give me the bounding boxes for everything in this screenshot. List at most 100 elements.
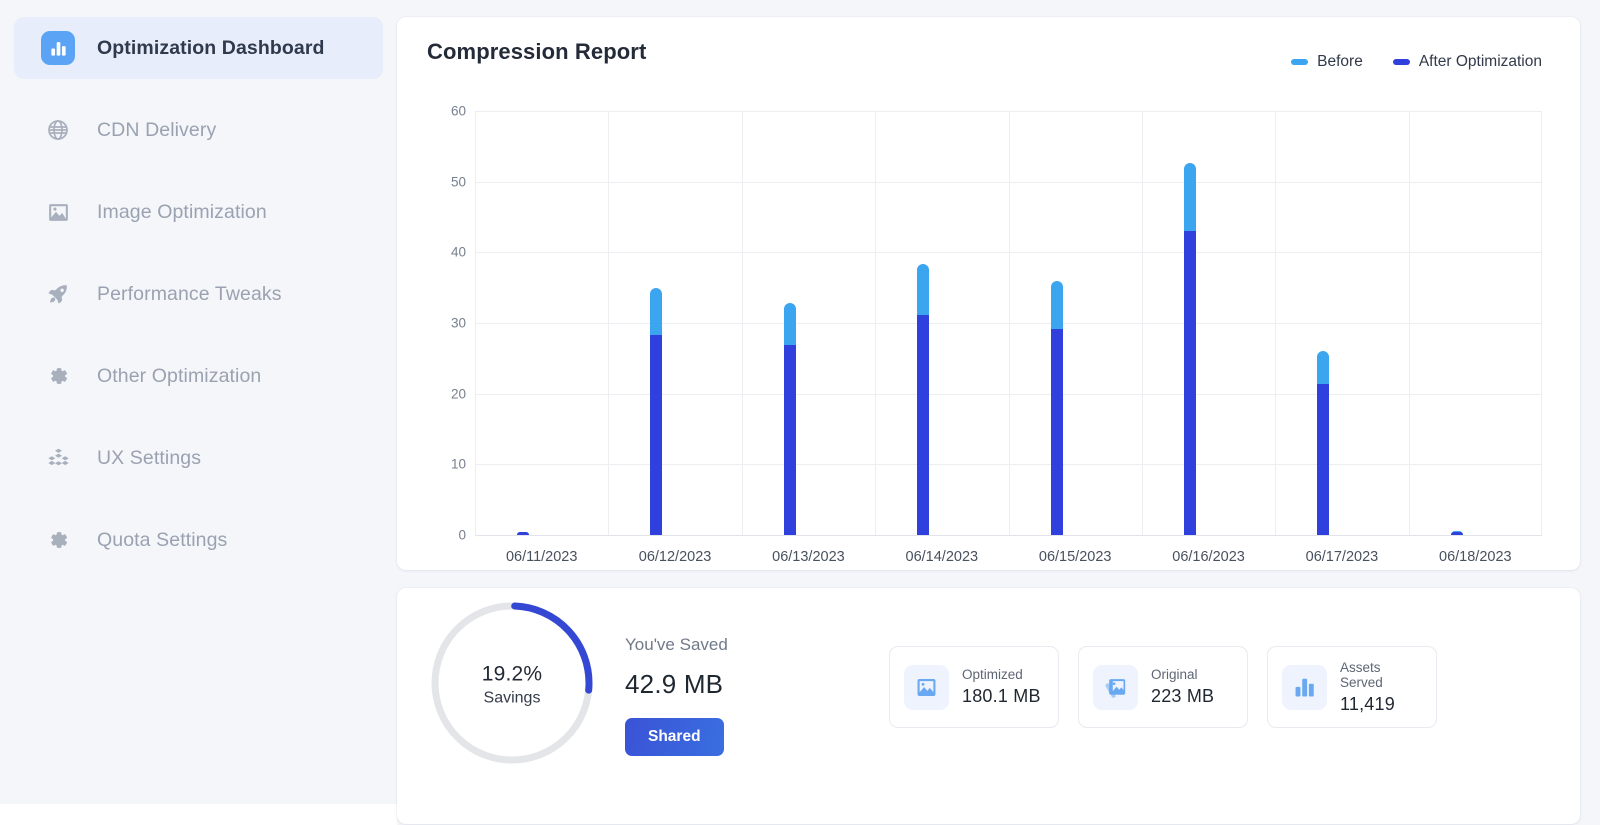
chart-gridline-vertical xyxy=(608,111,610,535)
stat-cards: Optimized 180.1 MB Original 223 MB Asset… xyxy=(889,646,1437,728)
chart-bar-segment-after xyxy=(650,335,663,535)
sidebar-item-label: CDN Delivery xyxy=(97,118,217,141)
saved-block: You've Saved 42.9 MB Shared xyxy=(625,635,728,756)
gear-icon xyxy=(40,358,76,394)
images-stack-icon xyxy=(1093,664,1138,710)
chart-bar[interactable] xyxy=(1183,162,1196,535)
stat-card-optimized[interactable]: Optimized 180.1 MB xyxy=(889,646,1059,728)
chart-bar-segment-after xyxy=(1050,328,1063,535)
sidebar-item-label: UX Settings xyxy=(97,446,202,469)
y-axis-tick-label: 60 xyxy=(450,103,466,119)
chart-gridline-vertical xyxy=(1275,111,1277,535)
chart-legend: Before After Optimization xyxy=(1291,53,1542,71)
stat-key: Original xyxy=(1151,667,1198,682)
y-axis-tick-label: 10 xyxy=(450,456,466,472)
chart-plot-area: 0 10 20 30 40 50 60 06/11/2023 06/12/2023 06/13/2… xyxy=(427,85,1550,565)
chart-bar[interactable] xyxy=(1050,280,1063,535)
x-axis-tick-label: 06/17/2023 xyxy=(1305,549,1379,565)
stat-key: Optimized xyxy=(962,667,1023,682)
chart-gridline-vertical xyxy=(875,111,877,535)
stat-text: Assets Served 11,419 xyxy=(1340,660,1422,715)
shared-button[interactable]: Shared xyxy=(625,718,724,756)
rocket-icon xyxy=(40,276,76,312)
sidebar-item-quota-settings[interactable]: Quota Settings xyxy=(14,509,383,571)
chart-bar[interactable] xyxy=(1317,350,1330,535)
compression-report-card: Compression Report Before After Optimiza… xyxy=(397,17,1580,570)
savings-caption: Savings xyxy=(483,689,541,707)
y-axis-tick-label: 40 xyxy=(450,244,466,260)
stat-value: 180.1 MB xyxy=(962,686,1041,706)
x-axis-tick-label: 06/15/2023 xyxy=(1038,549,1112,565)
x-axis-tick-label: 06/14/2023 xyxy=(905,549,979,565)
chart-gridline-vertical xyxy=(1008,111,1010,535)
chart-bar-segment-after xyxy=(1183,231,1196,535)
y-axis-tick-label: 20 xyxy=(450,386,466,402)
x-axis-tick-label: 06/11/2023 xyxy=(505,549,578,565)
chart-bar[interactable] xyxy=(1450,531,1463,535)
legend-swatch xyxy=(1392,59,1410,65)
chart-bar-segment-after xyxy=(1317,384,1330,535)
saved-title: You've Saved xyxy=(625,635,728,654)
chart-bar[interactable] xyxy=(650,287,663,535)
app-root: Optimization Dashboard CDN Delivery Imag… xyxy=(0,0,1600,825)
legend-label: Before xyxy=(1317,53,1363,70)
chart-bar[interactable] xyxy=(517,532,529,535)
chart-gridline-vertical xyxy=(1541,111,1542,535)
donut-center-label: 19.2% Savings xyxy=(427,662,597,707)
savings-summary-card: 19.2% Savings You've Saved 42.9 MB Share… xyxy=(397,588,1580,824)
image-icon xyxy=(904,664,949,710)
sidebar-item-label: Other Optimization xyxy=(97,364,262,387)
image-icon xyxy=(40,194,76,230)
stat-text: Optimized 180.1 MB xyxy=(962,667,1041,707)
stat-text: Original 223 MB xyxy=(1151,667,1214,707)
y-axis-tick-label: 30 xyxy=(450,315,466,331)
x-axis-tick-label: 06/12/2023 xyxy=(638,549,712,565)
x-axis-tick-label: 06/16/2023 xyxy=(1172,549,1245,565)
y-axis-tick-label: 0 xyxy=(458,527,466,543)
sidebar: Optimization Dashboard CDN Delivery Imag… xyxy=(0,0,397,804)
sidebar-item-cdn-delivery[interactable]: CDN Delivery xyxy=(14,99,383,161)
chart-gridline-vertical xyxy=(741,111,743,535)
sidebar-item-performance-tweaks[interactable]: Performance Tweaks xyxy=(14,263,383,325)
chart-gridline-vertical xyxy=(475,111,476,535)
cubes-icon xyxy=(40,440,76,476)
chart-bar-segment-after xyxy=(517,532,529,535)
chart-bar-segment-after xyxy=(783,344,796,535)
legend-swatch xyxy=(1291,59,1309,65)
chart-bar[interactable] xyxy=(783,303,796,535)
saved-value: 42.9 MB xyxy=(625,669,724,699)
globe-icon xyxy=(40,112,76,148)
sidebar-item-label: Optimization Dashboard xyxy=(97,36,325,59)
chart-bar-segment-after xyxy=(917,314,930,535)
sidebar-item-other-optimization[interactable]: Other Optimization xyxy=(14,345,383,407)
x-axis-tick-label: 06/18/2023 xyxy=(1439,549,1512,565)
sidebar-item-label: Image Optimization xyxy=(97,200,267,223)
sidebar-item-label: Performance Tweaks xyxy=(97,282,282,305)
x-axis-tick-label: 06/13/2023 xyxy=(772,549,845,565)
sidebar-item-label: Quota Settings xyxy=(97,528,228,551)
legend-label: After Optimization xyxy=(1418,53,1542,70)
sidebar-item-image-optimization[interactable]: Image Optimization xyxy=(14,181,383,243)
savings-donut-chart: 19.2% Savings xyxy=(427,598,597,768)
chart-bar-segment-after xyxy=(1450,532,1463,535)
main-content: Compression Report Before After Optimiza… xyxy=(397,0,1600,825)
stat-key: Assets Served xyxy=(1340,659,1383,690)
chart-gridline-vertical xyxy=(1408,111,1410,535)
chart-bar[interactable] xyxy=(917,264,930,535)
chart-gridline-vertical xyxy=(1141,111,1143,535)
bar-chart-icon xyxy=(1282,664,1327,710)
stat-value: 223 MB xyxy=(1151,686,1215,706)
stat-card-assets-served[interactable]: Assets Served 11,419 xyxy=(1267,646,1437,728)
savings-percent: 19.2% xyxy=(481,662,543,686)
stat-card-original[interactable]: Original 223 MB xyxy=(1078,646,1248,728)
y-axis-tick-label: 50 xyxy=(450,174,466,190)
chart-gridline xyxy=(475,535,1542,536)
legend-item-after-optimization[interactable]: After Optimization xyxy=(1392,53,1542,71)
chart-plot-inner: 0 10 20 30 40 50 60 06/11/2023 06/12/2023 06/13/2… xyxy=(451,104,1542,565)
sidebar-item-optimization-dashboard[interactable]: Optimization Dashboard xyxy=(14,17,383,79)
stat-value: 11,419 xyxy=(1340,693,1395,714)
gear-icon xyxy=(40,522,76,558)
bar-chart-icon xyxy=(40,30,76,66)
legend-item-before[interactable]: Before xyxy=(1291,53,1363,71)
sidebar-item-ux-settings[interactable]: UX Settings xyxy=(14,427,383,489)
